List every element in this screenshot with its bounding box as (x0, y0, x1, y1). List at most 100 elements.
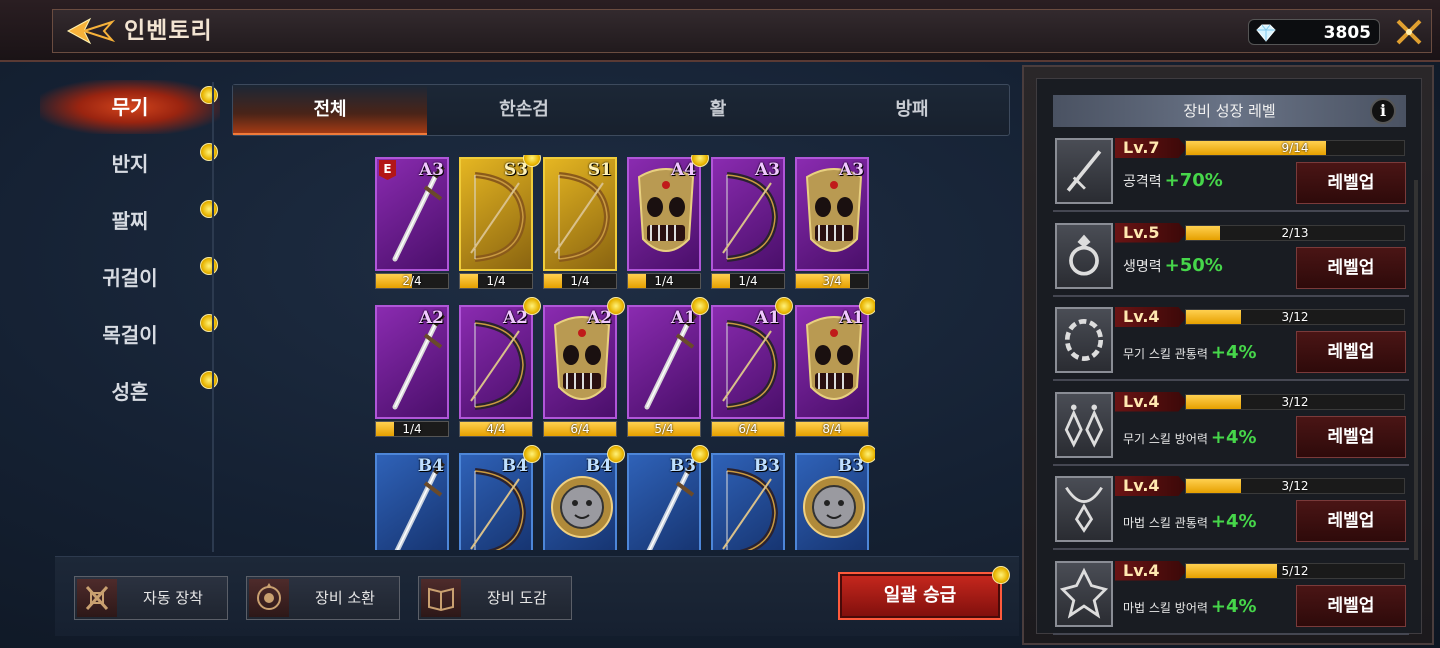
item-count-bar: 2/4 (375, 273, 449, 289)
item-card-frame: A3 (711, 157, 785, 271)
level-up-button[interactable]: 레벨업 (1296, 415, 1406, 458)
info-icon[interactable]: i (1370, 98, 1396, 124)
sidebar-item-2[interactable]: 팔찌 (40, 194, 220, 248)
item-card-frame: B3 (795, 453, 869, 550)
item-count-bar: 1/4 (627, 273, 701, 289)
item-card[interactable]: A3 1/4 (711, 157, 785, 289)
item-card-frame: A1 (711, 305, 785, 419)
item-card[interactable]: A3 3/4 (795, 157, 869, 289)
notification-dot (607, 297, 625, 315)
sidebar-item-1[interactable]: 반지 (40, 137, 220, 191)
item-card-frame: A4 (627, 157, 701, 271)
notification-dot (200, 86, 218, 104)
item-card[interactable]: B4 (543, 445, 625, 550)
item-count-bar: 8/4 (795, 421, 869, 437)
bottom-button-1[interactable]: 장비 소환 (246, 576, 400, 620)
back-button[interactable] (62, 14, 118, 48)
item-card[interactable]: A2 6/4 (543, 297, 625, 437)
item-card[interactable]: S3 1/4 (459, 155, 541, 289)
xp-text: 5/12 (1281, 563, 1309, 578)
tab-1[interactable]: 한손검 (427, 85, 621, 135)
level-up-button[interactable]: 레벨업 (1296, 500, 1406, 542)
item-card[interactable]: B4 (459, 445, 541, 550)
item-count-text: 2/4 (402, 274, 422, 288)
notification-dot (691, 445, 709, 463)
item-card[interactable]: A1 6/4 (711, 297, 793, 437)
upgrade-all-label: 일괄 승급 (883, 585, 957, 606)
sidebar-item-label: 목걸이 (102, 323, 158, 347)
tab-2[interactable]: 활 (621, 85, 815, 135)
item-card[interactable]: A1 8/4 (795, 297, 875, 437)
stat-name: 무기 스킬 관통력 (1123, 347, 1208, 361)
item-card[interactable]: A2 1/4 (375, 305, 449, 437)
sidebar-item-label: 반지 (111, 152, 149, 176)
upgrade-all-button[interactable]: 일괄 승급 (838, 566, 1010, 620)
item-card-frame: A2 (375, 305, 449, 419)
stat-name: 마법 스킬 관통력 (1123, 516, 1208, 530)
grade-label: A3 (838, 160, 864, 180)
sidebar-item-label: 팔찌 (111, 209, 149, 233)
item-card[interactable]: B4 (375, 453, 449, 550)
level-up-button[interactable]: 레벨업 (1296, 331, 1406, 373)
item-card-frame: B4 (375, 453, 449, 550)
level-up-button[interactable]: 레벨업 (1296, 584, 1406, 627)
level-tag: Lv.5 (1115, 222, 1187, 243)
stat-label: 마법 스킬 방어력 +4% (1123, 596, 1257, 617)
tab-0[interactable]: 전체 (233, 85, 427, 135)
item-card[interactable]: A1 5/4 (627, 297, 709, 437)
grade-label: B4 (417, 456, 444, 476)
sidebar-item-4[interactable]: 목걸이 (40, 308, 220, 362)
xp-bar: 3/12 (1185, 478, 1405, 494)
item-count-bar: 3/4 (795, 273, 869, 289)
item-card[interactable]: S1 1/4 (543, 157, 617, 289)
notification-dot (523, 155, 541, 167)
stat-bonus: +50% (1164, 254, 1223, 276)
level-tag: Lv.4 (1115, 560, 1187, 581)
notification-dot (200, 200, 218, 218)
notification-dot (200, 143, 218, 161)
scrollbar[interactable] (1414, 180, 1418, 560)
codex-book-icon (421, 579, 461, 617)
stat-name: 마법 스킬 방어력 (1123, 600, 1208, 615)
item-count-bar: 1/4 (543, 273, 617, 289)
sidebar-item-label: 성흔 (111, 380, 149, 404)
xp-text: 3/12 (1281, 394, 1309, 409)
item-card-frame: A1 (627, 305, 701, 419)
item-card-frame: A3 (795, 157, 869, 271)
item-card-frame: B4 (459, 453, 533, 550)
bottom-button-label: 자동 장착 (143, 589, 203, 607)
item-card[interactable]: B3 (795, 445, 875, 550)
xp-bar: 5/12 (1185, 562, 1405, 579)
sidebar-item-5[interactable]: 성흔 (40, 365, 220, 419)
level-tag: Lv.4 (1115, 476, 1187, 496)
notification-dot (523, 297, 541, 315)
sidebar-item-0[interactable]: 무기 (40, 80, 220, 134)
item-card[interactable]: A3 E 2/4 (375, 157, 449, 289)
sidebar-item-label: 귀걸이 (102, 266, 158, 290)
stat-label: 마법 스킬 관통력 +4% (1123, 511, 1257, 532)
tab-3[interactable]: 방패 (815, 85, 1009, 135)
item-card[interactable]: A4 1/4 (627, 155, 709, 289)
level-up-button[interactable]: 레벨업 (1296, 162, 1406, 204)
stat-name: 공격력 (1123, 174, 1162, 190)
level-up-button[interactable]: 레벨업 (1296, 246, 1406, 289)
notification-dot (200, 314, 218, 332)
crossed-tools-icon[interactable] (1393, 17, 1425, 47)
bottom-button-2[interactable]: 장비 도감 (418, 576, 572, 620)
back-arrow-icon (66, 17, 116, 45)
xp-text: 3/12 (1281, 310, 1309, 324)
item-count-bar: 5/4 (627, 421, 701, 437)
item-count-text: 4/4 (486, 422, 506, 436)
growth-row: Lv.4 3/12 무기 스킬 관통력 +4% 레벨업 (1053, 305, 1409, 381)
sidebar-item-3[interactable]: 귀걸이 (40, 251, 220, 305)
auto-equip-icon (77, 579, 117, 617)
ring-icon (1055, 222, 1113, 289)
notification-dot (523, 445, 541, 463)
item-card[interactable]: B3 (627, 445, 709, 550)
item-card[interactable]: B3 (711, 453, 785, 550)
bottom-button-label: 장비 도감 (487, 589, 547, 607)
item-card[interactable]: A2 4/4 (459, 297, 541, 437)
item-count-text: 8/4 (822, 422, 842, 436)
bottom-button-0[interactable]: 자동 장착 (74, 576, 228, 620)
stat-bonus: +70% (1164, 170, 1223, 191)
